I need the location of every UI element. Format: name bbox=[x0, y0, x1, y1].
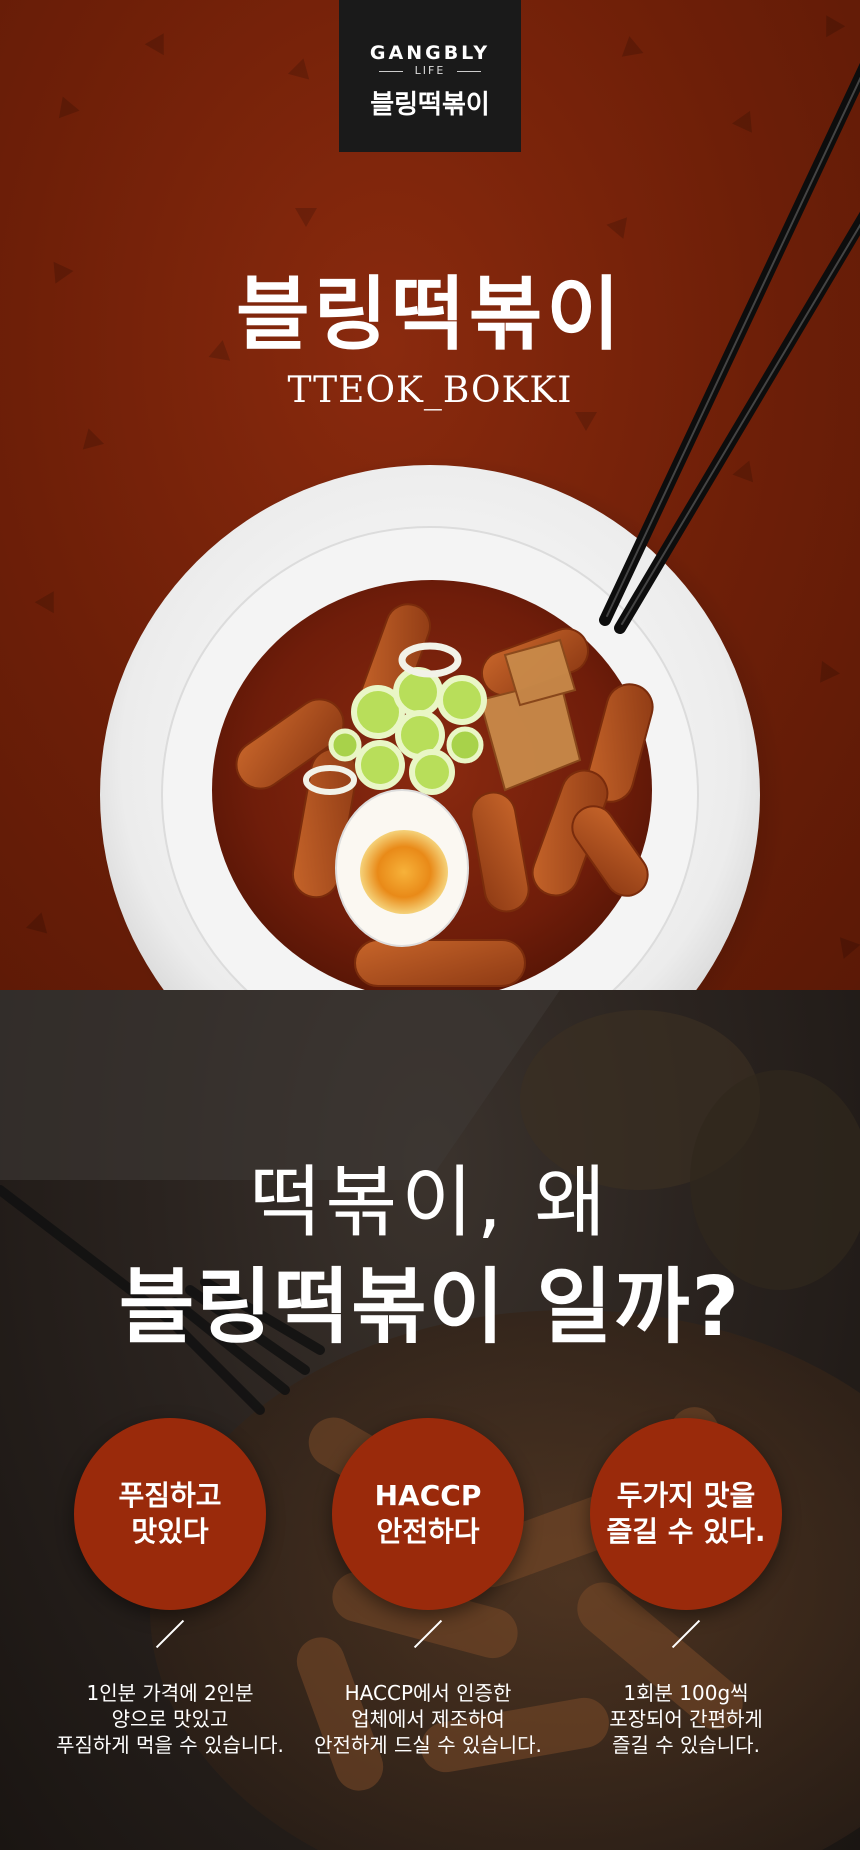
feature-desc-line: 1인분 가격에 2인분 bbox=[86, 1681, 254, 1705]
feature-desc-line: HACCP에서 인증한 bbox=[344, 1681, 512, 1705]
feature-desc-line: 안전하게 드실 수 있습니다. bbox=[314, 1733, 542, 1757]
feature-desc-line: 1회분 100g씩 bbox=[623, 1681, 749, 1705]
feature-badge-two-flavors: 두가지 맛을 즐길 수 있다. bbox=[590, 1418, 782, 1610]
why-question-line1: 떡볶이, 왜 bbox=[249, 1158, 611, 1248]
feature-badge-haccp: HACCP 안전하다 bbox=[332, 1418, 524, 1610]
feature-desc-line: 양으로 맛있고 bbox=[111, 1707, 229, 1731]
feature-description-generous: 1인분 가격에 2인분 양으로 맛있고 푸짐하게 먹을 수 있습니다. bbox=[40, 1680, 300, 1758]
feature-title-line: 두가지 맛을 bbox=[616, 1479, 756, 1512]
why-question-line2: 블링떡볶이 일까? bbox=[118, 1260, 742, 1355]
feature-title-line: HACCP bbox=[374, 1479, 482, 1512]
chopsticks-icon bbox=[599, 62, 860, 634]
feature-badge-generous: 푸짐하고 맛있다 bbox=[74, 1418, 266, 1610]
feature-description-two-flavors: 1회분 100g씩 포장되어 간편하게 즐길 수 있습니다. bbox=[556, 1680, 816, 1758]
feature-description-haccp: HACCP에서 인증한 업체에서 제조하여 안전하게 드실 수 있습니다. bbox=[298, 1680, 558, 1758]
feature-title-line: 맛있다 bbox=[131, 1515, 209, 1548]
product-detail-page: GANGBLY LIFE 블링떡볶이 블링떡볶이 TTEOK_BOKKI 떡볶이… bbox=[0, 0, 860, 1850]
feature-title-line: 안전하다 bbox=[376, 1515, 480, 1548]
hero-section: GANGBLY LIFE 블링떡볶이 블링떡볶이 TTEOK_BOKKI bbox=[0, 0, 860, 990]
tteokbokki-plate-image bbox=[95, 62, 860, 990]
feature-title-line: 푸짐하고 bbox=[118, 1479, 222, 1512]
feature-title-line: 즐길 수 있다. bbox=[606, 1515, 766, 1548]
feature-desc-line: 포장되어 간편하게 bbox=[609, 1707, 763, 1731]
feature-desc-line: 푸짐하게 먹을 수 있습니다. bbox=[56, 1733, 284, 1757]
feature-desc-line: 업체에서 제조하여 bbox=[351, 1707, 505, 1731]
feature-desc-line: 즐길 수 있습니다. bbox=[612, 1733, 760, 1757]
why-section: 떡볶이, 왜 블링떡볶이 일까? 푸짐하고 맛있다 1인분 가격에 2인분 양으… bbox=[0, 990, 860, 1850]
